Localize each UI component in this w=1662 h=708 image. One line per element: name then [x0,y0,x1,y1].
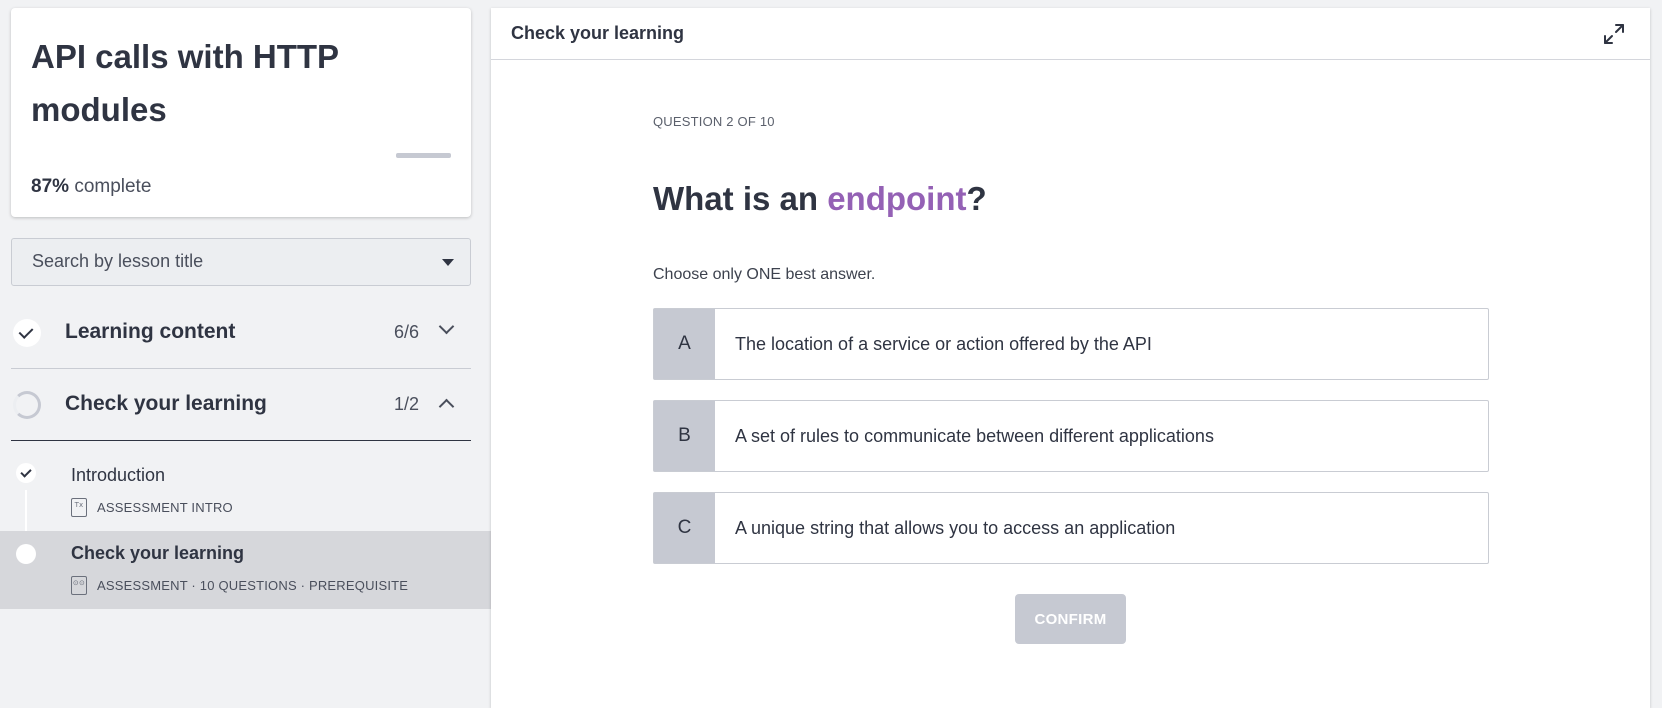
question-instruction: Choose only ONE best answer. [653,266,876,283]
lesson-title: Introduction [71,465,166,485]
progress-suffix: complete [74,176,152,197]
chevron-up-icon [438,398,455,415]
question-keyword: endpoint [827,180,967,217]
lesson-meta-text: ASSESSMENT INTRO [97,499,233,515]
lesson-item-introduction[interactable]: Introduction Tx ASSESSMENT INTRO [0,453,491,531]
section-check-your-learning[interactable]: Check your learning 1/2 [11,369,471,441]
progress-percent: 87% [31,176,70,197]
panel-header: Check your learning [491,8,1650,60]
option-letter: B [654,401,715,471]
progress-bar [31,153,451,158]
question-suffix: ? [966,180,987,217]
lesson-meta: Tx ASSESSMENT INTRO [71,497,233,517]
question-counter: QUESTION 2 OF 10 [653,114,775,129]
lesson-meta: ⊙⊙ ASSESSMENT · 10 QUESTIONS · PREREQUIS… [71,575,408,595]
option-text: The location of a service or action offe… [735,333,1152,354]
section-count: 6/6 [393,322,419,342]
panel-title: Check your learning [511,23,685,43]
lesson-meta-text: ASSESSMENT · 10 QUESTIONS · PREREQUISITE [97,577,409,593]
course-card: API calls with HTTP modules 87% complete [11,8,471,217]
lesson-complete-check-icon [16,463,36,483]
lesson-item-check-your-learning[interactable]: Check your learning ⊙⊙ ASSESSMENT · 10 Q… [0,531,491,609]
option-letter: A [654,309,715,379]
question-text: What is an endpoint? [653,180,987,218]
progress-text: 87% complete [31,176,151,198]
answer-option-a[interactable]: A The location of a service or action of… [653,308,1489,380]
lesson-search-select[interactable]: Search by lesson title [11,238,471,286]
caret-down-icon [442,259,454,266]
text-doc-icon: Tx [71,497,87,517]
lesson-current-dot-icon [16,544,36,564]
sidebar: API calls with HTTP modules 87% complete… [0,0,491,708]
section-count: 1/2 [393,394,419,414]
chevron-down-icon [438,318,455,335]
confirm-button[interactable]: CONFIRM [1015,594,1126,644]
expand-icon[interactable] [1602,22,1626,46]
answer-option-c[interactable]: C A unique string that allows you to acc… [653,492,1489,564]
option-letter: C [654,493,715,563]
option-text: A set of rules to communicate between di… [735,425,1214,446]
section-learning-content[interactable]: Learning content 6/6 [11,297,471,369]
course-title: API calls with HTTP modules [31,38,339,128]
option-text: A unique string that allows you to acces… [735,517,1176,538]
assessment-panel: Check your learning QUESTION 2 OF 10 Wha… [491,8,1650,708]
section-title: Check your learning [65,392,267,415]
answer-option-b[interactable]: B A set of rules to communicate between … [653,400,1489,472]
lesson-title: Check your learning [71,543,245,563]
progress-remaining [396,153,451,158]
section-title: Learning content [65,320,236,343]
check-circle-icon [13,319,41,347]
question-prefix: What is an [653,180,828,217]
progress-fill [31,153,396,157]
lesson-search-placeholder: Search by lesson title [32,251,204,271]
quiz-doc-icon: ⊙⊙ [71,575,87,595]
progress-ring-icon [13,391,41,419]
